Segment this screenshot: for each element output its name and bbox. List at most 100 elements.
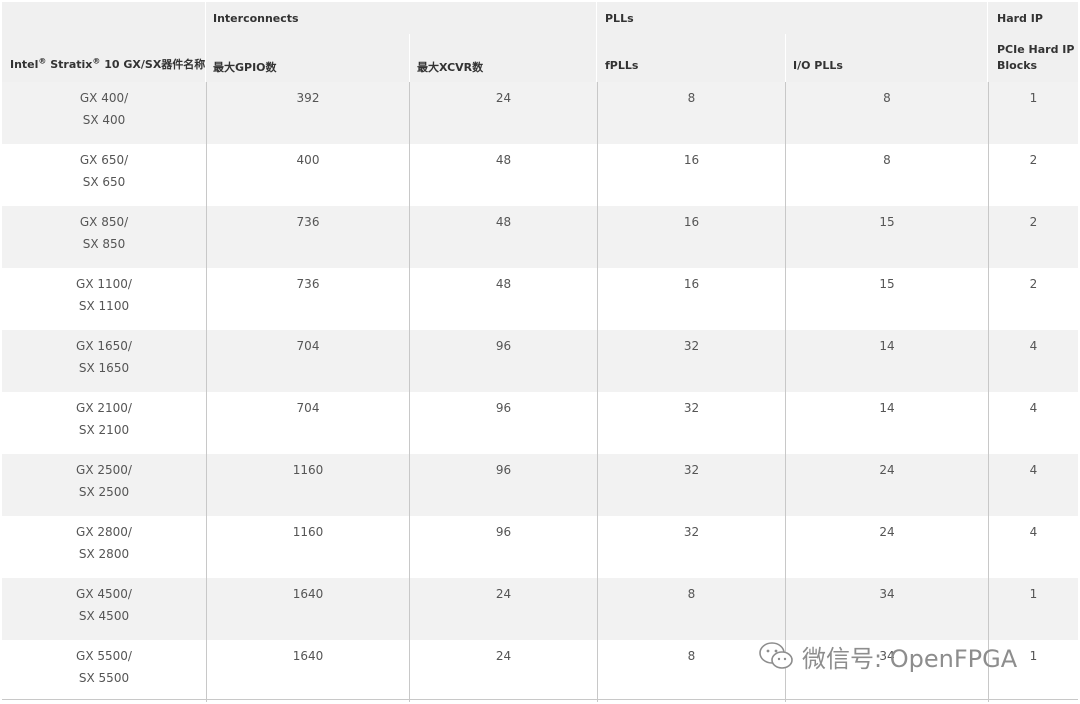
fpll-value: 32 [683, 339, 700, 353]
pcie-value: 4 [1029, 339, 1038, 353]
device-sx-name: SX 850 [82, 237, 126, 251]
device-name-cell: GX 5500/SX 5500 [2, 640, 206, 702]
cell-fpll: 16 [597, 268, 785, 330]
device-sx-name: SX 1650 [78, 361, 130, 375]
cell-xcvr: 24 [409, 640, 597, 702]
cell-iopll: 15 [785, 206, 988, 268]
cell-fpll: 8 [597, 640, 785, 702]
device-sx-name: SX 1100 [78, 299, 130, 313]
cell-fpll: 16 [597, 206, 785, 268]
cell-fpll: 16 [597, 144, 785, 206]
col-name-prefix: Intel [10, 58, 39, 71]
device-gx-name: GX 2500/ [76, 463, 132, 477]
device-name-cell: GX 2500/SX 2500 [2, 454, 206, 516]
pcie-value: 2 [1029, 277, 1038, 291]
device-gx-name: GX 1100/ [76, 277, 132, 291]
table-row: GX 4500/SX 4500 1640 24 8 34 1 [2, 578, 1078, 640]
iopll-value: 14 [879, 339, 895, 353]
device-name-cell: GX 2800/SX 2800 [2, 516, 206, 578]
device-sx-name: SX 2500 [78, 485, 130, 499]
cell-gpio: 1160 [206, 454, 409, 516]
cell-xcvr: 48 [409, 206, 597, 268]
fpll-value: 32 [683, 525, 700, 539]
watermark-text: 微信号: OpenFPGA [802, 644, 1018, 673]
pcie-value: 2 [1029, 215, 1038, 229]
col-gpio-header: 最大GPIO数 [213, 61, 277, 74]
table-row: GX 2800/SX 2800 1160 96 32 24 4 [2, 516, 1078, 578]
cell-gpio: 1640 [206, 640, 409, 702]
device-gx-name: GX 650/ [79, 153, 129, 167]
iopll-value: 15 [879, 277, 895, 291]
device-sx-name: SX 400 [82, 113, 126, 127]
iopll-value: 34 [879, 587, 895, 601]
pcie-value: 4 [1029, 525, 1038, 539]
gpio-value: 704 [296, 401, 320, 415]
cell-fpll: 32 [597, 454, 785, 516]
fpll-value: 16 [683, 277, 700, 291]
cell-iopll: 8 [785, 144, 988, 206]
col-xcvr-header: 最大XCVR数 [417, 61, 484, 74]
iopll-value: 24 [879, 463, 895, 477]
device-name-cell: GX 650/SX 650 [2, 144, 206, 206]
gpio-value: 736 [296, 215, 320, 229]
header-divider [785, 34, 786, 82]
device-gx-name: GX 1650/ [76, 339, 132, 353]
iopll-value: 24 [879, 525, 895, 539]
cell-gpio: 400 [206, 144, 409, 206]
gpio-value: 1160 [292, 463, 324, 477]
cell-pcie: 1 [988, 82, 1078, 144]
cell-pcie: 4 [988, 330, 1078, 392]
table-row: GX 850/SX 850 736 48 16 15 2 [2, 206, 1078, 268]
device-name-cell: GX 1100/SX 1100 [2, 268, 206, 330]
cell-xcvr: 24 [409, 578, 597, 640]
cell-xcvr: 96 [409, 392, 597, 454]
group-plls-label: PLLs [605, 12, 634, 25]
cell-gpio: 392 [206, 82, 409, 144]
pcie-value: 1 [1029, 91, 1038, 105]
col-name-mid: Stratix [46, 58, 93, 71]
device-name-cell: GX 850/SX 850 [2, 206, 206, 268]
gpio-value: 704 [296, 339, 320, 353]
pcie-value: 1 [1029, 587, 1038, 601]
pcie-value: 4 [1029, 401, 1038, 415]
cell-gpio: 704 [206, 330, 409, 392]
table-row: GX 2100/SX 2100 704 96 32 14 4 [2, 392, 1078, 454]
cell-fpll: 32 [597, 516, 785, 578]
table-row: GX 2500/SX 2500 1160 96 32 24 4 [2, 454, 1078, 516]
xcvr-value: 96 [495, 525, 512, 539]
iopll-value: 15 [879, 215, 895, 229]
device-gx-name: GX 2800/ [76, 525, 132, 539]
device-gx-name: GX 400/ [79, 91, 129, 105]
cell-iopll: 15 [785, 268, 988, 330]
col-fplls-header: fPLLs [605, 59, 639, 72]
device-gx-name: GX 5500/ [76, 649, 132, 663]
iopll-value: 8 [883, 91, 891, 105]
pcie-value: 2 [1029, 153, 1038, 167]
gpio-value: 392 [296, 91, 320, 105]
col-iopll-header: I/O PLLs [793, 59, 843, 72]
iopll-value: 14 [879, 401, 895, 415]
header-divider [409, 34, 410, 82]
cell-iopll: 34 [785, 578, 988, 640]
cell-pcie: 1 [988, 578, 1078, 640]
fpll-value: 32 [683, 401, 700, 415]
cell-gpio: 736 [206, 268, 409, 330]
fpll-value: 16 [683, 153, 700, 167]
gpio-value: 736 [296, 277, 320, 291]
cell-pcie: 2 [988, 144, 1078, 206]
fpll-value: 8 [687, 91, 696, 105]
cell-iopll: 8 [785, 82, 988, 144]
device-name-cell: GX 4500/SX 4500 [2, 578, 206, 640]
fpll-value: 8 [687, 649, 696, 663]
xcvr-value: 96 [495, 339, 512, 353]
xcvr-value: 48 [495, 277, 512, 291]
xcvr-value: 96 [495, 463, 512, 477]
gpio-value: 1640 [292, 649, 324, 663]
cell-gpio: 1160 [206, 516, 409, 578]
device-sx-name: SX 2100 [78, 423, 130, 437]
col-name-header: Intel® Stratix® 10 GX/SX器件名称 [10, 56, 205, 72]
cell-iopll: 24 [785, 516, 988, 578]
col-pcie-header-line1: PCIe Hard IP [997, 43, 1075, 56]
device-name-cell: GX 2100/SX 2100 [2, 392, 206, 454]
header-name-cell: Intel® Stratix® 10 GX/SX器件名称 [2, 2, 206, 82]
